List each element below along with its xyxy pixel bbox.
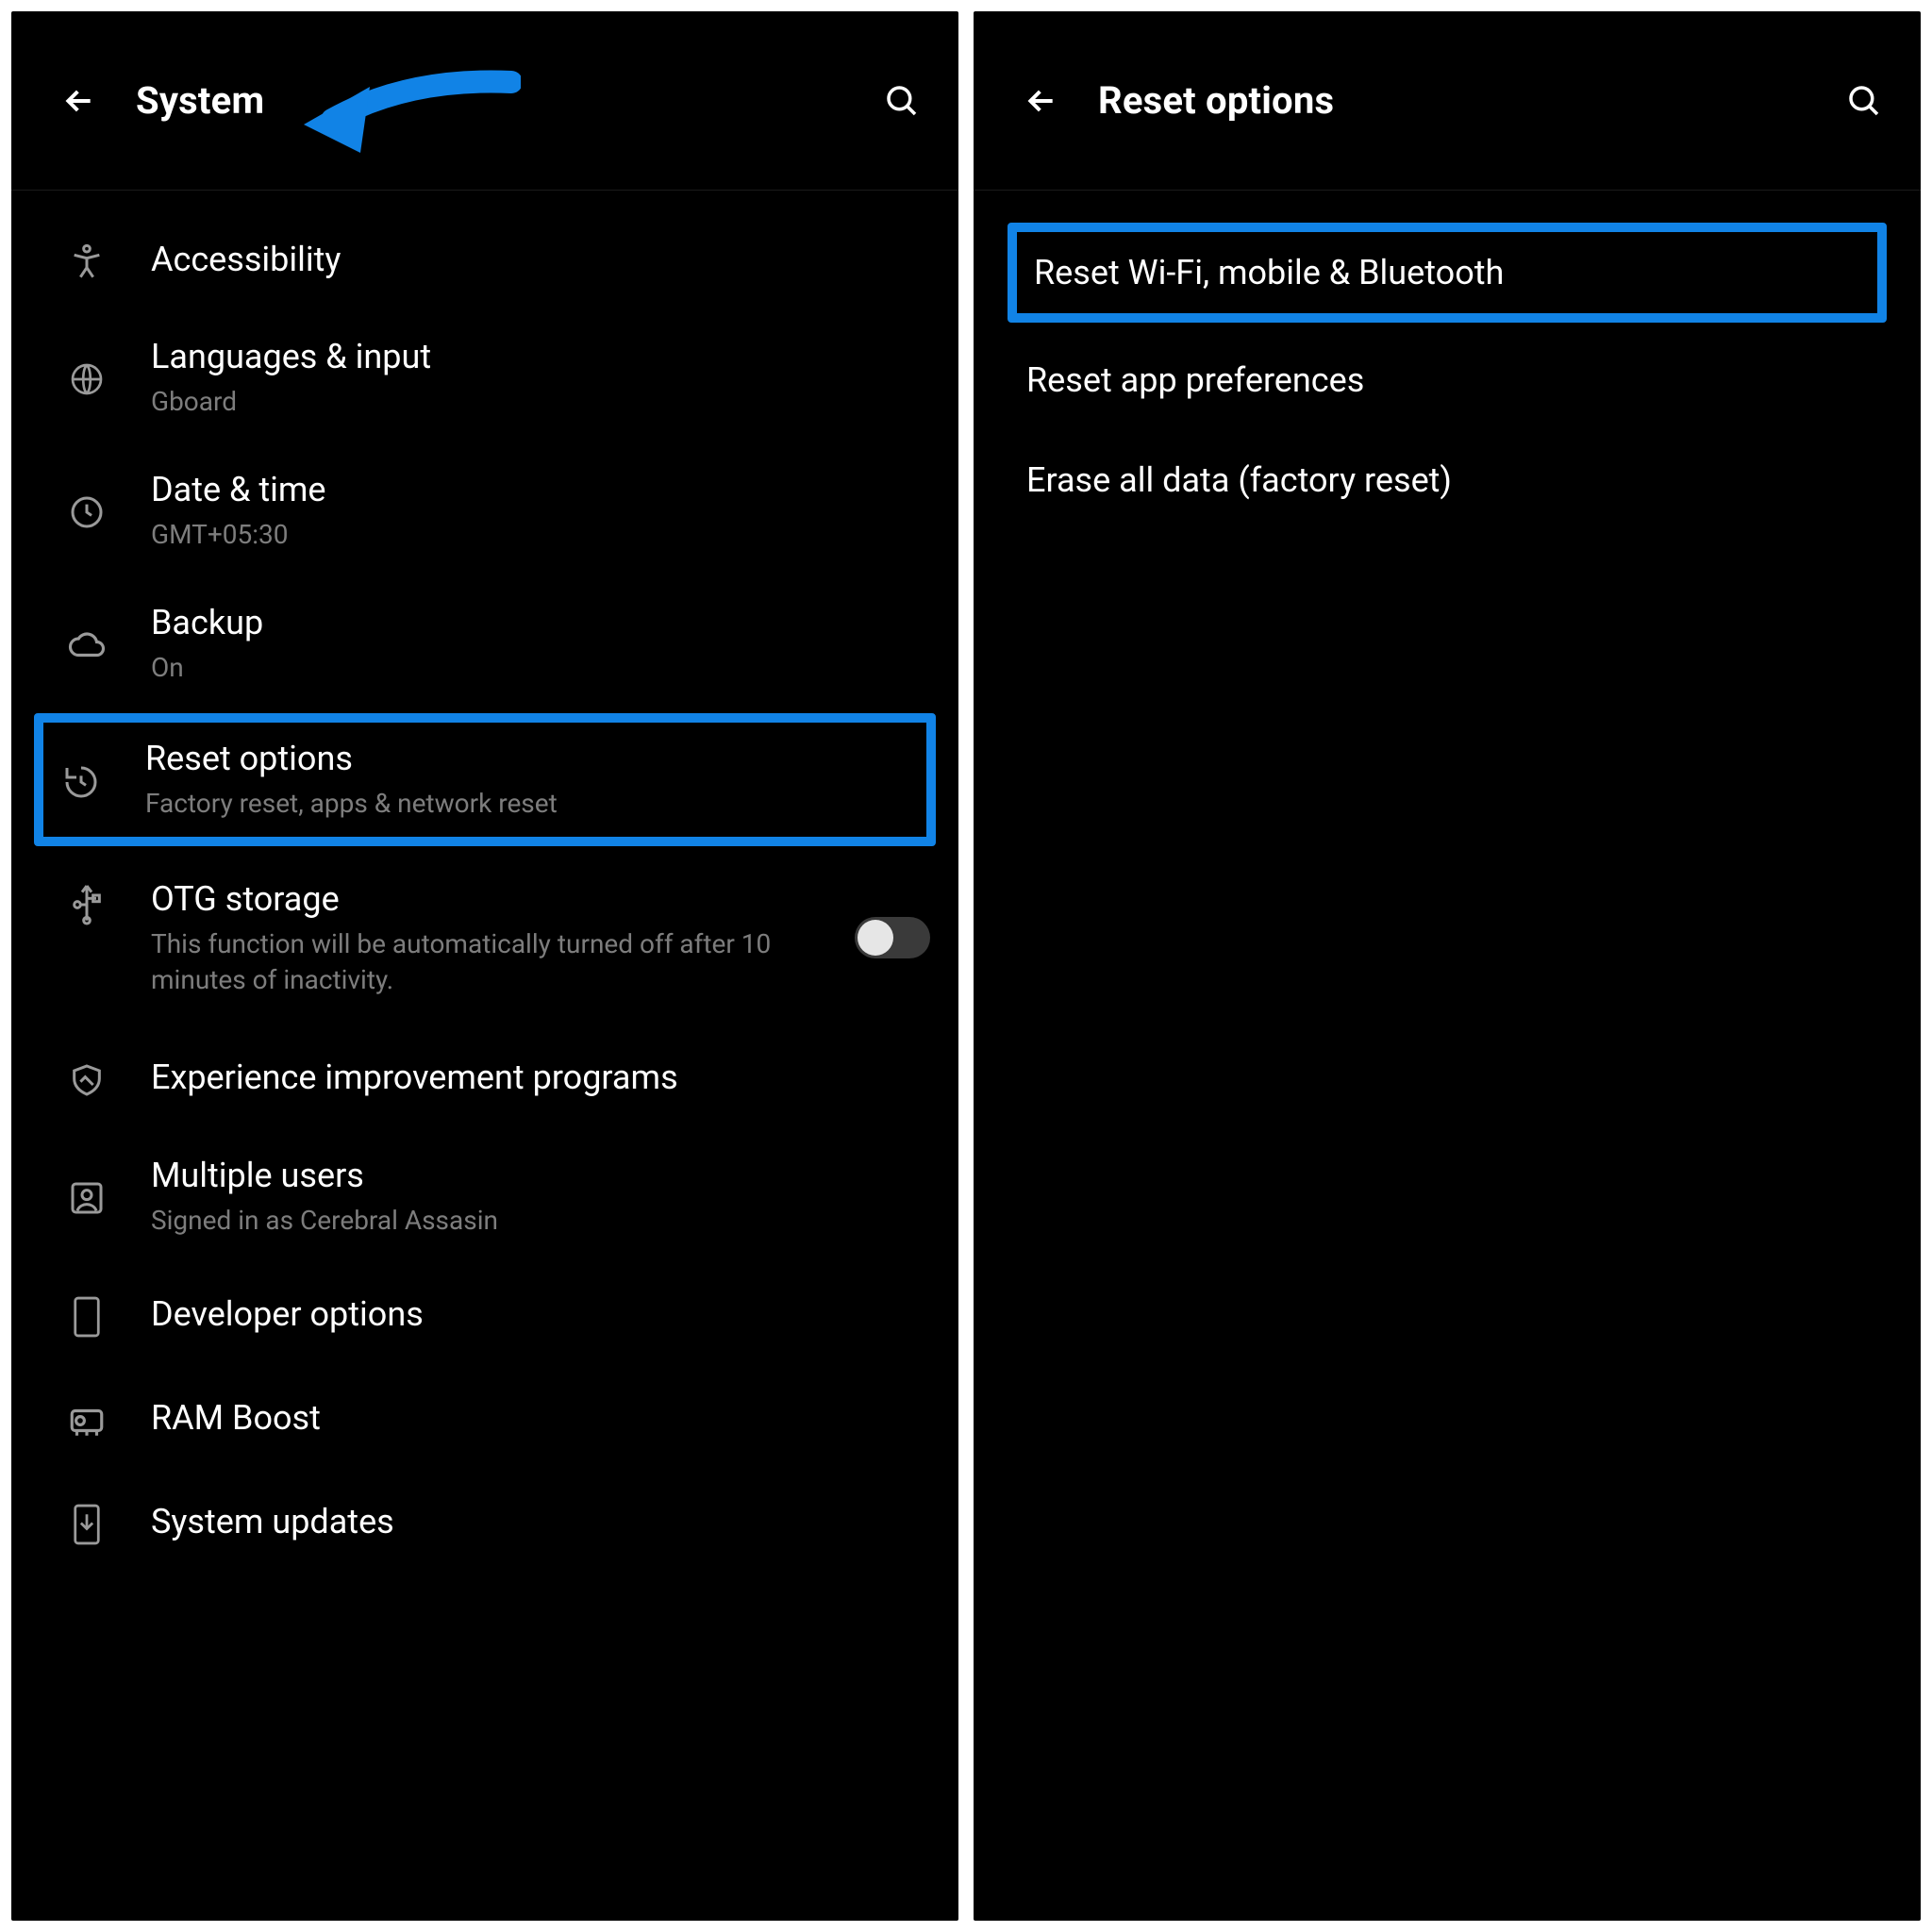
page-title: Reset options: [1098, 78, 1334, 123]
row-label: Accessibility: [151, 239, 930, 281]
row-reset-options[interactable]: Reset options Factory reset, apps & netw…: [34, 713, 936, 846]
row-otg-storage[interactable]: OTG storage This function will be automa…: [11, 850, 958, 1026]
system-update-icon: [60, 1503, 113, 1546]
row-sub: On: [151, 650, 930, 686]
system-list: Accessibility Languages & input Gboard D…: [11, 191, 958, 1921]
back-button[interactable]: [1019, 78, 1064, 124]
row-label: Reset options: [145, 738, 908, 780]
row-reset-network[interactable]: Reset Wi-Fi, mobile & Bluetooth: [1008, 223, 1887, 323]
row-label: System updates: [151, 1501, 930, 1543]
restore-icon: [55, 763, 108, 801]
panel-system: System Accessibility Language: [11, 11, 958, 1921]
usb-icon: [60, 882, 113, 927]
row-label: Backup: [151, 602, 930, 644]
reset-list: Reset Wi-Fi, mobile & Bluetooth Reset ap…: [974, 191, 1921, 1921]
cloud-icon: [60, 625, 113, 665]
row-label: RAM Boost: [151, 1397, 930, 1440]
row-sub: This function will be automatically turn…: [151, 926, 838, 998]
topbar-right: Reset options: [974, 11, 1921, 191]
row-sub: Signed in as Cerebral Assasin: [151, 1203, 930, 1239]
row-sub: GMT+05:30: [151, 517, 930, 553]
search-icon: [1844, 81, 1884, 121]
row-experience-programs[interactable]: Experience improvement programs: [11, 1026, 958, 1130]
row-backup[interactable]: Backup On: [11, 577, 958, 710]
accessibility-icon: [60, 242, 113, 280]
row-languages[interactable]: Languages & input Gboard: [11, 311, 958, 444]
row-sub: Factory reset, apps & network reset: [145, 786, 908, 822]
arrow-left-icon: [60, 82, 98, 120]
clock-icon: [60, 493, 113, 531]
search-icon: [882, 81, 922, 121]
row-factory-reset[interactable]: Erase all data (factory reset): [974, 430, 1921, 530]
row-ram-boost[interactable]: RAM Boost: [11, 1367, 958, 1471]
row-label: Erase all data (factory reset): [1026, 460, 1452, 500]
back-button[interactable]: [57, 78, 102, 124]
person-box-icon: [60, 1179, 113, 1217]
row-developer-options[interactable]: Developer options: [11, 1263, 958, 1367]
row-datetime[interactable]: Date & time GMT+05:30: [11, 444, 958, 577]
row-system-updates[interactable]: System updates: [11, 1471, 958, 1574]
row-label: Reset Wi-Fi, mobile & Bluetooth: [1034, 253, 1504, 292]
row-label: OTG storage: [151, 878, 838, 921]
row-label: Reset app preferences: [1026, 360, 1364, 400]
phone-outline-icon: [60, 1295, 113, 1339]
panel-reset-options: Reset options Reset Wi-Fi, mobile & Blue…: [974, 11, 1921, 1921]
row-sub: Gboard: [151, 384, 930, 420]
arrow-annotation: [294, 58, 521, 172]
otg-toggle[interactable]: [855, 917, 930, 958]
search-button[interactable]: [879, 78, 924, 124]
row-reset-app-prefs[interactable]: Reset app preferences: [974, 330, 1921, 430]
ram-boost-icon: [60, 1401, 113, 1441]
row-multiple-users[interactable]: Multiple users Signed in as Cerebral Ass…: [11, 1130, 958, 1263]
search-button[interactable]: [1841, 78, 1887, 124]
row-accessibility[interactable]: Accessibility: [11, 208, 958, 311]
topbar-left: System: [11, 11, 958, 191]
row-label: Developer options: [151, 1293, 930, 1336]
row-label: Experience improvement programs: [151, 1057, 930, 1099]
page-title: System: [136, 78, 264, 123]
shield-check-icon: [60, 1061, 113, 1099]
row-label: Multiple users: [151, 1155, 930, 1197]
row-label: Languages & input: [151, 336, 930, 378]
globe-icon: [60, 360, 113, 398]
arrow-left-icon: [1023, 82, 1060, 120]
row-label: Date & time: [151, 469, 930, 511]
